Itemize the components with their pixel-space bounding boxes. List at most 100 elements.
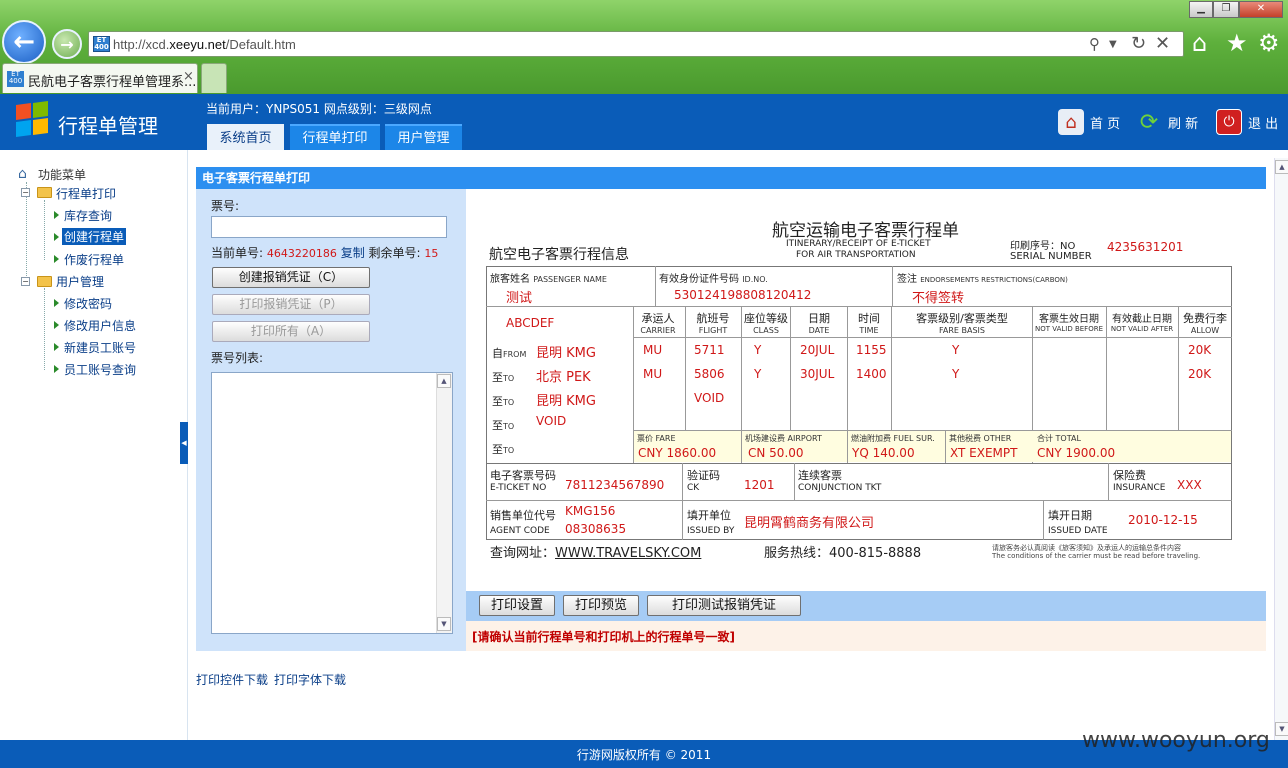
ticket-list-label: 票号列表: [211, 351, 264, 365]
tab-close-icon[interactable]: × [183, 69, 194, 84]
leaf-arrow-icon [54, 211, 59, 219]
close-window-button[interactable]: ✕ [1239, 1, 1283, 18]
segment-fare-basis: Y [952, 367, 960, 381]
scroll-up-icon[interactable]: ▲ [1275, 160, 1288, 174]
leaf-arrow-icon [54, 321, 59, 329]
segment-date: 20JUL [800, 343, 835, 357]
current-user-info: 当前用户：YNPS051 网点级别：三级网点 [206, 102, 432, 116]
segment-fare-basis: Y [952, 343, 960, 357]
menu-item-change-password[interactable]: 修改密码 [64, 295, 112, 312]
passenger-name: 测试 [506, 291, 533, 306]
col-carrier: 承运人 CARRIER [640, 312, 676, 335]
print-settings-button[interactable]: 打印设置 [479, 595, 555, 616]
logout-button[interactable]: ⏻ 退 出 [1216, 108, 1278, 136]
airport-value: CN 50.00 [748, 446, 804, 460]
itinerary-title-en2: FOR AIR TRANSPORTATION [796, 250, 916, 260]
itinerary-title-cn: 航空运输电子客票行程单 [772, 221, 959, 241]
settings-gear-icon[interactable]: ⚙ [1258, 28, 1280, 58]
dropdown-icon[interactable]: ▼ [1109, 39, 1117, 50]
ticket-number-input[interactable] [211, 216, 447, 238]
fare-value: CNY 1860.00 [638, 446, 717, 460]
issued-by-label: 填开单位 ISSUED BY [687, 509, 735, 536]
id-label: 有效身份证件号码 ID.NO. [659, 274, 768, 285]
col-flight: 航班号 FLIGHT [696, 312, 730, 335]
minimize-button[interactable]: ▁ [1189, 1, 1213, 18]
search-icon[interactable]: ⚲ [1089, 35, 1100, 53]
passenger-label: 旅客姓名 PASSENGER NAME [490, 274, 607, 285]
print-receipt-button[interactable]: 打印报销凭证（P） [212, 294, 370, 315]
browser-tab-active[interactable]: ET 400 民航电子客票行程单管理系... × [2, 63, 198, 93]
favorites-star-icon[interactable]: ★ [1226, 28, 1248, 58]
copy-link[interactable]: 复制 [341, 246, 365, 260]
create-receipt-button[interactable]: 创建报销凭证（C） [212, 267, 370, 288]
pnr-code: ABCDEF [506, 316, 555, 330]
collapse-sidebar-handle[interactable]: ◀ [180, 422, 188, 464]
leaf-arrow-icon [54, 299, 59, 307]
issued-date-label: 填开日期 ISSUED DATE [1048, 509, 1108, 536]
home-icon[interactable]: ⌂ [1192, 28, 1207, 58]
page-scrollbar[interactable]: ▲ ▼ [1274, 158, 1288, 740]
menu-item-create-itinerary[interactable]: 创建行程单 [62, 228, 127, 245]
menu-item-void-itinerary[interactable]: 作废行程单 [64, 251, 124, 268]
url-prefix: http://xcd. [113, 37, 170, 52]
collapse-toggle-icon[interactable]: − [21, 277, 30, 286]
forward-button[interactable]: → [52, 29, 82, 59]
home-button[interactable]: ⌂ 首 页 [1058, 108, 1120, 136]
current-number-line: 当前单号: 4643220186 复制 剩余单号: 15 [211, 244, 438, 261]
refresh-button[interactable]: ⟳ 刷 新 [1136, 108, 1198, 136]
segment-carrier: MU [643, 343, 663, 357]
url-path: /Default.htm [225, 37, 296, 52]
query-url[interactable]: WWW.TRAVELSKY.COM [555, 546, 701, 561]
scroll-up-icon[interactable]: ▲ [437, 374, 451, 388]
menu-item-employee-query[interactable]: 员工账号查询 [64, 361, 136, 378]
segment-date: 30JUL [800, 367, 835, 381]
menu-item-new-employee[interactable]: 新建员工账号 [64, 339, 136, 356]
tab-system-home[interactable]: 系统首页 [207, 124, 284, 150]
stop-icon[interactable]: ✕ [1155, 33, 1170, 54]
forward-arrow-icon: → [60, 34, 74, 54]
agent-label: 销售单位代号 AGENT CODE [490, 509, 556, 536]
ticket-table [486, 266, 1232, 540]
download-control-link[interactable]: 打印控件下载 [196, 671, 268, 688]
list-scrollbar[interactable]: ▲ ▼ [436, 373, 452, 633]
tab-user-management[interactable]: 用户管理 [385, 124, 462, 150]
query-line: 查询网址：WWW.TRAVELSKY.COM [490, 546, 702, 561]
print-preview-button[interactable]: 打印预览 [563, 595, 639, 616]
new-tab-button[interactable] [201, 63, 227, 93]
print-test-receipt-button[interactable]: 打印测试报销凭证 [647, 595, 801, 616]
menu-group-user-management[interactable]: 用户管理 [56, 273, 104, 290]
leaf-arrow-icon [54, 365, 59, 373]
warning-text: [请确认当前行程单号和打印机上的行程单号一致] [472, 630, 735, 644]
other-value: XT EXEMPT [950, 446, 1018, 460]
segment-city: 昆明 KMG [536, 394, 596, 409]
url-text[interactable]: http://xcd.xeeyu.net/Default.htm [113, 37, 296, 52]
itinerary-title-en1: ITINERARY/RECEIPT OF E-TICKET [786, 239, 931, 249]
back-button[interactable]: ← [2, 20, 46, 64]
menu-item-stock-query[interactable]: 库存查询 [64, 207, 112, 224]
address-bar[interactable]: ET 400 http://xcd.xeeyu.net/Default.htm … [88, 31, 1184, 57]
refresh-arrows-icon: ⟳ [1139, 109, 1159, 135]
refresh-icon[interactable]: ↻ [1131, 33, 1146, 54]
scroll-down-icon[interactable]: ▼ [1275, 722, 1288, 736]
tab-itinerary-print[interactable]: 行程单打印 [290, 124, 380, 150]
segment-allow: 20K [1188, 343, 1212, 357]
menu-root-label: 功能菜单 [38, 168, 87, 182]
total-value: CNY 1900.00 [1037, 446, 1116, 460]
issued-date-value: 2010-12-15 [1128, 513, 1198, 527]
folder-icon [37, 187, 52, 198]
total-label: 合计 TOTAL [1037, 434, 1081, 443]
segment-flight: 5711 [694, 343, 725, 357]
route-label-from: 自FROM [492, 347, 527, 360]
folder-icon [37, 276, 52, 287]
print-all-button[interactable]: 打印所有（A） [212, 321, 370, 342]
maximize-button[interactable]: ❐ [1213, 1, 1239, 18]
collapse-toggle-icon[interactable]: − [21, 188, 30, 197]
ticket-list-box[interactable]: ▲ ▼ [211, 372, 453, 634]
menu-group-itinerary-print[interactable]: 行程单打印 [56, 185, 116, 202]
menu-item-edit-user-info[interactable]: 修改用户信息 [64, 317, 136, 334]
agent-code-2: 08308635 [565, 522, 627, 536]
col-allow: 免费行李 ALLOW [1183, 312, 1227, 335]
route-label-to: 至TO [492, 371, 515, 384]
scroll-down-icon[interactable]: ▼ [437, 617, 451, 631]
download-font-link[interactable]: 打印字体下载 [274, 671, 346, 688]
